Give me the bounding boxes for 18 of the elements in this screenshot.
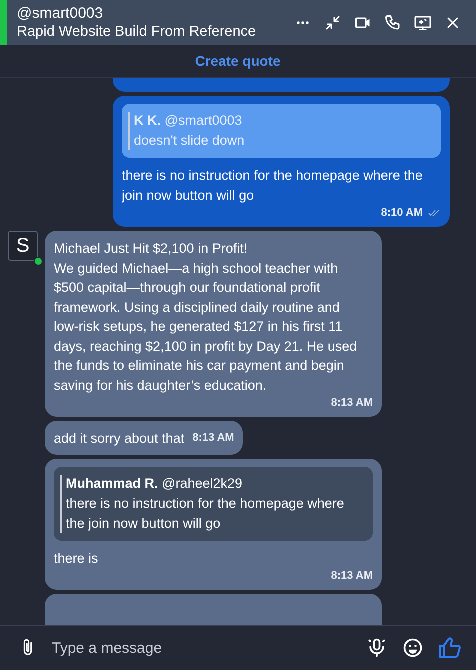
quote-author: K K. @smart0003 — [134, 112, 244, 130]
timestamp: 8:13 AM — [331, 396, 373, 411]
chat-title: Rapid Website Build From Reference — [17, 22, 258, 42]
create-quote-link[interactable]: Create quote — [191, 51, 285, 71]
message-text: there is — [54, 550, 100, 568]
timestamp: 8:10 AM — [381, 206, 423, 221]
quote-author: Muhammad R. @raheel2k29 — [66, 474, 244, 492]
timestamp: 8:13 AM — [192, 431, 234, 446]
message-text: Michael Just Hit $2,100 in Profit! — [54, 240, 249, 258]
timestamp: 8:13 AM — [331, 569, 373, 584]
message-input[interactable]: Type a message — [52, 636, 352, 660]
avatar[interactable]: S — [8, 231, 38, 261]
message-text: add it sorry about that — [54, 430, 185, 448]
quote-text: there is no instruction for the homepage where the join now button will go — [66, 494, 346, 533]
message-text: We guided Michael—a high school teacher with $500 capital—through our foundational profit framework. Using a disciplined daily routine and low-risk setups, he generated $127 in his first 11 days, reaching $2,100 in profit by Day 21. He used the funds to eliminate his car payment and begin saving for his daughter’s education. — [54, 260, 358, 395]
chat-handle: @smart0003 — [17, 4, 104, 22]
message-text: there is no instruction for the homepage where the join now button will go — [122, 167, 424, 205]
quote-text: doesn't slide down — [134, 132, 246, 150]
